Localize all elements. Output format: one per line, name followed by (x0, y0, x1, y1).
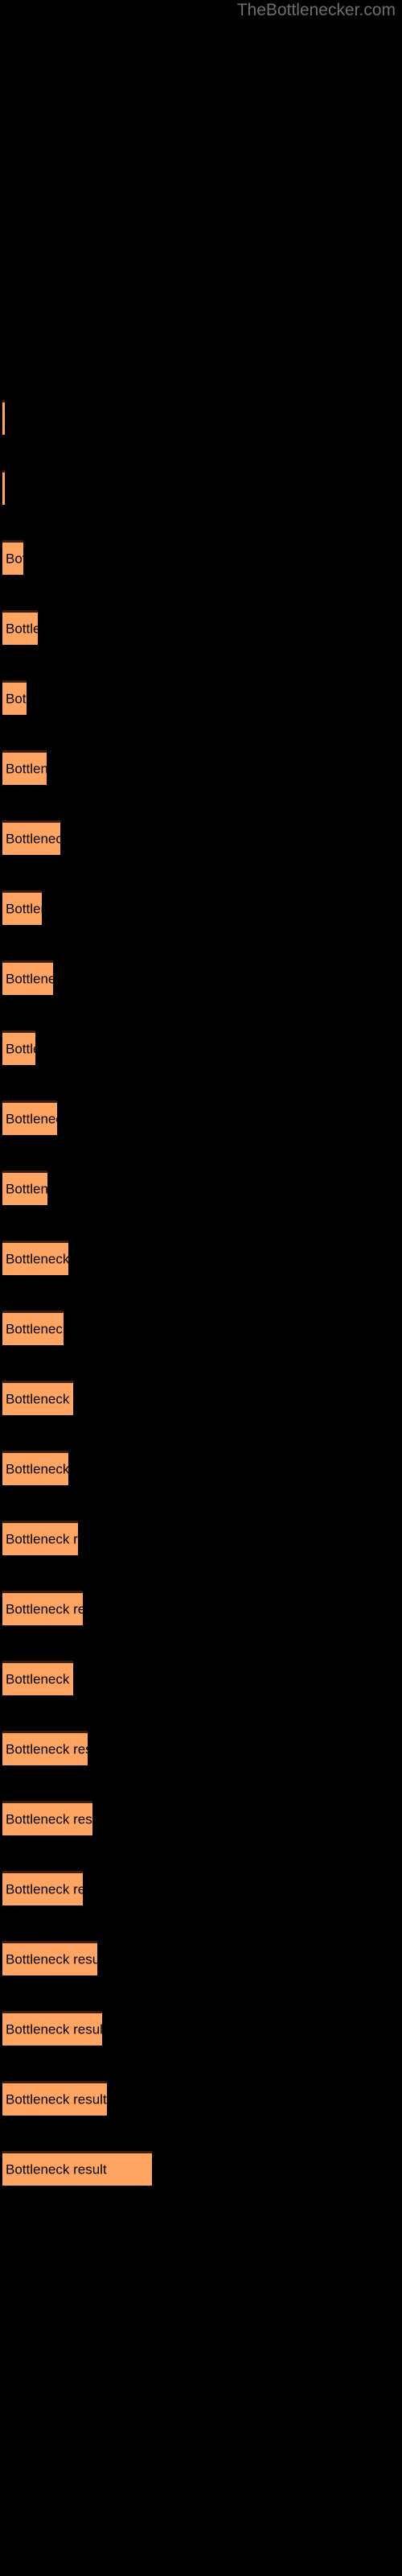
bar-8: Bottleneck result (2, 890, 42, 925)
bar-14: Bottleneck result (2, 1311, 64, 1345)
bar-label: Bottleneck result (6, 691, 27, 707)
bar-label: Bottleneck result (6, 1741, 88, 1757)
bar-label: Bottleneck result (6, 971, 53, 987)
bar-label: Bottleneck result (6, 2091, 107, 2107)
bar-25: Bottleneck result (2, 2081, 107, 2116)
bar-label: Bottleneck result (6, 551, 23, 567)
bar-label: Bottleneck result (6, 1251, 68, 1267)
bars-layer: Bottleneck result Bottleneck result Bottle… (0, 0, 402, 2576)
bar-17: Bottleneck result (2, 1521, 78, 1555)
bar-label: Bottleneck result (6, 1671, 73, 1687)
bar-label: Bottleneck result (6, 1811, 92, 1827)
bar-18: Bottleneck result (2, 1591, 83, 1625)
bar-label: Bottleneck result (6, 2161, 107, 2178)
bar-13: Bottleneck result (2, 1241, 68, 1275)
bar-2: Bottleneck result (2, 470, 5, 505)
bar-label: Bottleneck result (6, 831, 60, 847)
bar-16: Bottleneck result (2, 1451, 68, 1485)
bar-4: Bottleneck result (2, 610, 38, 645)
bar-label: Bottleneck result (6, 621, 38, 637)
bar-24: Bottleneck result (2, 2011, 102, 2046)
bar-21: Bottleneck result (2, 1801, 92, 1835)
bar-label: Bottleneck result (6, 761, 47, 777)
bar-11: Bottleneck result (2, 1100, 57, 1135)
bar-12: Bottleneck result (2, 1170, 47, 1205)
bar-10: Bottleneck result (2, 1030, 35, 1065)
bar-label: Bottleneck result (6, 1181, 47, 1197)
bar-label: Bottleneck result (6, 1461, 68, 1477)
bar-7: Bottleneck result (2, 820, 60, 855)
bar-3: Bottleneck result (2, 540, 23, 575)
bar-label: Bottleneck result (6, 1321, 64, 1337)
bar-5: Bottleneck result (2, 680, 27, 715)
bar-6: Bottleneck result (2, 750, 47, 785)
bar-label: Bottleneck result (6, 1601, 83, 1617)
bar-23: Bottleneck result (2, 1941, 97, 1975)
bar-22: Bottleneck result (2, 1871, 83, 1905)
bar-label: Bottleneck result (6, 1881, 83, 1897)
bar-26: Bottleneck result (2, 2151, 152, 2186)
bar-label: Bottleneck result (6, 1111, 57, 1127)
bar-9: Bottleneck result (2, 960, 53, 995)
bar-label: Bottleneck result (6, 1531, 78, 1547)
bar-label: Bottleneck result (6, 901, 42, 917)
bar-label: Bottleneck result (6, 1391, 73, 1407)
bottleneck-bar-chart: TheBottlenecker.com Bottleneck resultBot… (0, 0, 402, 2576)
bar-label: Bottleneck result (6, 1041, 35, 1057)
bar-label: Bottleneck result (6, 2021, 102, 2037)
bar-15: Bottleneck result (2, 1381, 73, 1415)
bar-label: Bottleneck result (6, 1951, 97, 1967)
bar-19: Bottleneck result (2, 1661, 73, 1695)
bar-1: Bottleneck result (2, 400, 5, 435)
bar-20: Bottleneck result (2, 1731, 88, 1765)
